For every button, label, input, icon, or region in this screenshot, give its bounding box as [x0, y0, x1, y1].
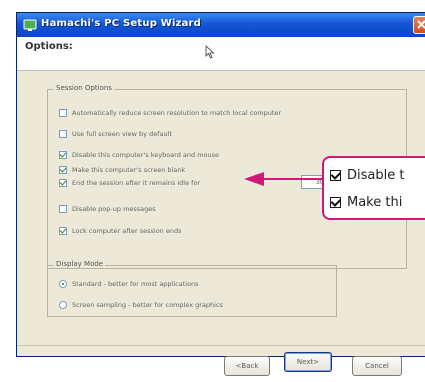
- option-label: Automatically reduce screen resolution t…: [72, 109, 282, 117]
- option-full-screen[interactable]: Use full screen view by default: [59, 128, 172, 140]
- display-mode-sampling[interactable]: Screen sampling - better for complex gra…: [59, 299, 223, 311]
- checkbox[interactable]: [59, 166, 67, 174]
- radio-button[interactable]: [59, 280, 67, 288]
- option-reduce-resolution[interactable]: Automatically reduce screen resolution t…: [59, 107, 281, 119]
- checkbox[interactable]: [59, 227, 67, 235]
- callout-label: Make thi: [347, 194, 403, 210]
- display-mode-title: Display Mode: [54, 260, 106, 268]
- window-title: Hamachi's PC Setup Wizard: [41, 18, 202, 29]
- mouse-cursor-icon: [205, 45, 215, 59]
- checkbox[interactable]: [59, 109, 67, 117]
- close-button[interactable]: [413, 16, 425, 34]
- close-icon: [417, 20, 425, 29]
- next-button[interactable]: Next>: [284, 352, 332, 372]
- option-label: Lock computer after session ends: [72, 227, 182, 235]
- callout-checkbox: [330, 196, 341, 208]
- option-lock-computer[interactable]: Lock computer after session ends: [59, 225, 182, 237]
- callout-checkbox: [330, 169, 341, 181]
- app-icon: [23, 19, 37, 31]
- display-mode-standard[interactable]: Standard - better for most applications: [59, 278, 199, 290]
- screenshot-page: Hamachi's PC Setup Wizard Options: Sessi…: [0, 0, 425, 382]
- checkbox[interactable]: [59, 205, 67, 213]
- option-idle-end[interactable]: End the session after it remains idle fo…: [59, 177, 200, 189]
- option-label: Use full screen view by default: [72, 130, 172, 138]
- checkbox[interactable]: [59, 151, 67, 159]
- callout-label: Disable t: [347, 167, 405, 183]
- back-button[interactable]: <Back: [224, 356, 270, 376]
- option-disable-keyboard[interactable]: Disable this computer's keyboard and mou…: [59, 149, 219, 161]
- option-label: Standard - better for most applications: [72, 280, 199, 288]
- checkbox[interactable]: [59, 179, 67, 187]
- page-title: Options:: [25, 41, 73, 52]
- title-bar[interactable]: Hamachi's PC Setup Wizard: [17, 13, 425, 37]
- header-band: Options:: [17, 37, 425, 71]
- callout-item-disable: Disable t: [330, 167, 404, 183]
- callout-item-make: Make thi: [330, 194, 402, 210]
- option-label: End the session after it remains idle fo…: [72, 179, 201, 187]
- option-label: Make this computer's screen blank: [72, 166, 186, 174]
- radio-button[interactable]: [59, 301, 67, 309]
- session-options-title: Session Options: [54, 84, 114, 92]
- option-blank-screen[interactable]: Make this computer's screen blank: [59, 164, 185, 176]
- zoom-callout: Disable t Make thi: [322, 156, 425, 220]
- option-label: Disable this computer's keyboard and mou…: [72, 151, 220, 159]
- option-label: Screen sampling - better for complex gra…: [72, 301, 223, 309]
- cancel-button[interactable]: Cancel: [352, 356, 402, 376]
- option-label: Disable pop-up messages: [72, 205, 156, 213]
- button-separator: [17, 345, 425, 346]
- option-disable-popups[interactable]: Disable pop-up messages: [59, 203, 156, 215]
- checkbox[interactable]: [59, 130, 67, 138]
